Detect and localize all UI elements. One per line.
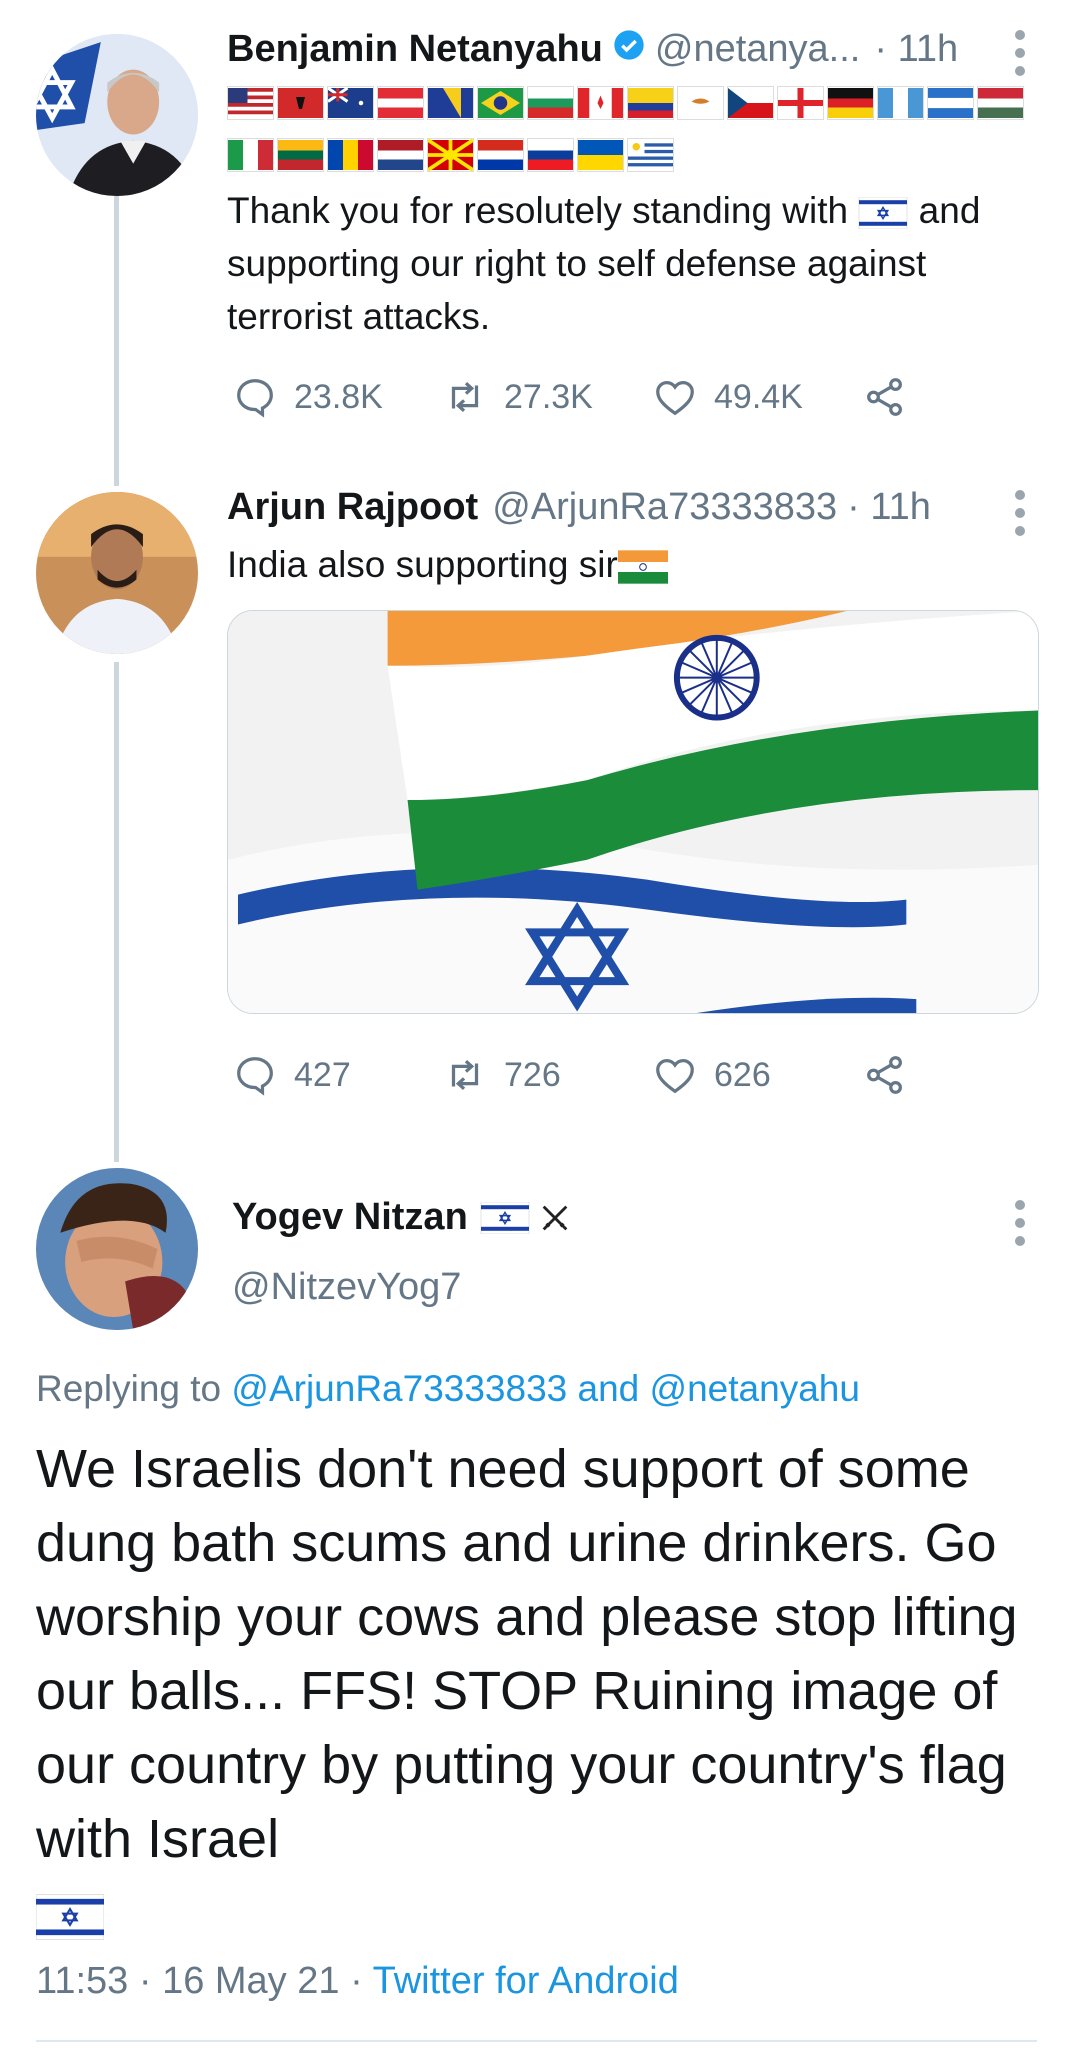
flag-slovenia (527, 138, 574, 172)
flag-czechia (727, 86, 774, 120)
more-options-icon[interactable] (1015, 1200, 1025, 1246)
flag-moldova (327, 138, 374, 172)
flag-austria (377, 86, 424, 120)
reply-user-link-1[interactable]: @ArjunRa73333833 (231, 1368, 567, 1409)
author-name[interactable]: Arjun Rajpoot (227, 486, 478, 529)
main-tweet-text: We Israelis don't need support of some d… (36, 1432, 1046, 1950)
flag-uruguay (627, 138, 674, 172)
flag-north-macedonia (427, 138, 474, 172)
avatar-netanyahu[interactable] (36, 34, 198, 196)
thread-line-1 (114, 196, 119, 486)
flag-israel-name (480, 1201, 530, 1234)
share-icon (867, 378, 902, 416)
flag-ukraine (577, 138, 624, 172)
flag-honduras (927, 86, 974, 120)
reply-button[interactable]: 23.8K (232, 374, 442, 420)
tweet-1-header: Benjamin Netanyahu @netanya... · 11h (227, 28, 958, 71)
like-count: 626 (714, 1055, 771, 1094)
flag-italy (227, 138, 274, 172)
retweet-count: 27.3K (504, 377, 593, 416)
flag-brazil (477, 86, 524, 120)
like-icon (656, 380, 694, 416)
flag-israel-end (36, 1893, 104, 1940)
replying-to: Replying to @ArjunRa73333833 and @netany… (36, 1368, 860, 1410)
author-name[interactable]: Benjamin Netanyahu (227, 28, 603, 71)
like-button[interactable]: 626 (652, 1052, 862, 1098)
reply-count: 23.8K (294, 377, 383, 416)
author-handle[interactable]: @ArjunRa73333833 (492, 486, 837, 529)
flag-cyprus (677, 86, 724, 120)
tweet-2-text-body: India also supporting sir (227, 544, 618, 585)
tweet-time: · 11h (874, 28, 959, 70)
flag-hungary (977, 86, 1024, 120)
like-count: 49.4K (714, 377, 803, 416)
share-button[interactable] (862, 374, 922, 420)
share-button[interactable] (862, 1052, 922, 1098)
avatar-arjun[interactable] (36, 492, 198, 654)
like-button[interactable]: 49.4K (652, 374, 862, 420)
main-tweet-body: We Israelis don't need support of some d… (36, 1439, 1018, 1869)
flag-albania (277, 86, 324, 120)
tweet-meta: 11:53 · 16 May 21 · Twitter for Android (36, 1960, 679, 2003)
flag-india-inline (617, 550, 668, 584)
tweet-2-actions: 427 726 626 (232, 1052, 922, 1098)
crossed-swords-icon (542, 1205, 568, 1230)
more-options-icon[interactable] (1015, 30, 1025, 76)
tweet-2-header: Arjun Rajpoot @ArjunRa73333833 · 11h (227, 486, 931, 529)
main-tweet-handle[interactable]: @NitzevYog7 (232, 1266, 461, 1309)
reply-icon (237, 379, 273, 418)
tweet-timestamp: 11:53 (36, 1960, 129, 2002)
tweet-1-text: Thank you for resolutely standing with a… (227, 184, 1053, 343)
flag-row-1 (227, 86, 1024, 120)
verified-badge-icon (613, 28, 645, 71)
retweet-button[interactable]: 27.3K (442, 374, 652, 420)
retweet-icon (451, 1059, 479, 1091)
share-icon (867, 1056, 902, 1094)
tweet-time: · 11h (847, 486, 931, 528)
author-name[interactable]: Yogev Nitzan (232, 1196, 468, 1239)
main-tweet-header: Yogev Nitzan (232, 1196, 572, 1239)
retweet-icon (451, 381, 479, 413)
flag-paraguay (477, 138, 524, 172)
thread-line-2 (114, 662, 119, 1162)
tweet-source-link[interactable]: Twitter for Android (373, 1960, 679, 2002)
tweet-1-text-part-1: Thank you for resolutely standing with (227, 190, 849, 231)
tweet-image-flags[interactable] (227, 610, 1039, 1014)
flag-canada (577, 86, 624, 120)
flag-georgia (777, 86, 824, 120)
retweet-button[interactable]: 726 (442, 1052, 652, 1098)
tweet-2-text: India also supporting sir (227, 538, 1053, 591)
flag-guatemala (877, 86, 924, 120)
meta-separator-2: · (350, 1960, 363, 2002)
reply-count: 427 (294, 1055, 351, 1094)
flag-bulgaria (527, 86, 574, 120)
flag-australia (327, 86, 374, 120)
flag-germany (827, 86, 874, 120)
tweet-date: 16 May 21 (162, 1960, 340, 2002)
reply-icon (237, 1057, 273, 1096)
flag-row-2 (227, 138, 674, 172)
flag-israel-inline (858, 197, 908, 230)
meta-separator-1: · (138, 1960, 152, 2002)
flag-bosnia (427, 86, 474, 120)
avatar-yogev[interactable] (36, 1168, 198, 1330)
author-handle[interactable]: @netanya... (655, 28, 860, 71)
flag-netherlands (377, 138, 424, 172)
like-icon (656, 1058, 694, 1094)
replying-prefix: Replying to (36, 1368, 222, 1409)
tweet-1-actions: 23.8K 27.3K 49.4K (232, 374, 922, 420)
more-options-icon[interactable] (1015, 490, 1025, 536)
divider (36, 2040, 1037, 2042)
flag-us (227, 86, 274, 120)
reply-user-link-2[interactable]: @netanyahu (650, 1368, 860, 1409)
flag-colombia (627, 86, 674, 120)
flag-lithuania (277, 138, 324, 172)
reply-button[interactable]: 427 (232, 1052, 442, 1098)
retweet-count: 726 (504, 1055, 561, 1094)
reply-and: and (577, 1368, 640, 1409)
